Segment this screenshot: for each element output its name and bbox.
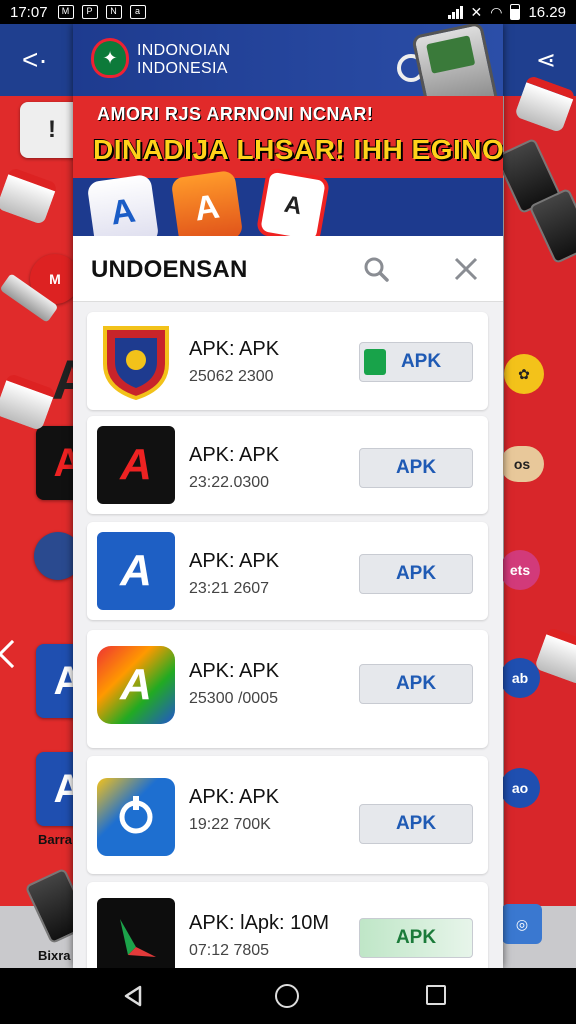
app-icon-letter: A bbox=[120, 546, 152, 595]
banner-headline-small: AMORI RJS ARRNONI NCNAR! bbox=[97, 104, 374, 124]
mute-icon: ✕ bbox=[470, 3, 483, 20]
wifi-icon: ◠ bbox=[490, 3, 503, 20]
nav-recent-apps-icon[interactable] bbox=[426, 985, 446, 1005]
banner-brand-line2: INDONESIA bbox=[137, 60, 228, 77]
apk-button-label: APK bbox=[400, 351, 442, 372]
apk-download-button[interactable]: APK bbox=[359, 554, 473, 594]
search-header: UNDOENSAN bbox=[73, 236, 503, 302]
banner-icons: A A A bbox=[86, 166, 421, 236]
app-meta: 07:12 7805 bbox=[189, 942, 270, 959]
status-time: 17:07 bbox=[10, 3, 48, 21]
apk-colorful-logo-icon: A bbox=[97, 646, 175, 724]
back-icon[interactable]: <· bbox=[22, 46, 48, 74]
promo-banner[interactable]: ✦ INDONOIAN INDONESIA AMORI RJS ARRNONI … bbox=[73, 24, 503, 236]
app-list-item[interactable]: APK: APK 19:22 700K APK bbox=[87, 756, 488, 874]
shield-emblem-icon bbox=[97, 322, 175, 400]
app-list-item[interactable]: APK: lApk: 10M 07:12 7805 APK bbox=[87, 882, 488, 968]
banner-apk-icon: A bbox=[170, 169, 244, 236]
app-icon-letter: A bbox=[120, 660, 152, 709]
apk-button-label: APK bbox=[395, 673, 437, 694]
apk-download-button[interactable]: APK bbox=[359, 664, 473, 704]
apk-button-label: APK bbox=[395, 813, 437, 834]
background-badge: os bbox=[500, 446, 544, 482]
status-bar: 17:07 M P N a ✕ ◠ 16.29 bbox=[0, 0, 576, 24]
nav-home-icon[interactable] bbox=[275, 984, 299, 1008]
share-icon[interactable]: ⋖ bbox=[536, 46, 556, 75]
app-icon-letter: A bbox=[120, 440, 152, 489]
background-badge: ab bbox=[500, 658, 540, 698]
app-list-item[interactable]: A APK: APK 23:22.0300 APK bbox=[87, 416, 488, 514]
app-list-item[interactable]: A APK: APK 25300 /0005 APK bbox=[87, 630, 488, 748]
app-title: APK: APK bbox=[189, 786, 280, 808]
app-meta: 23:22.0300 bbox=[189, 474, 270, 491]
nav-back-icon[interactable] bbox=[122, 985, 144, 1007]
apk-download-button[interactable]: APK bbox=[359, 804, 473, 844]
status-dot-icon bbox=[364, 349, 386, 375]
message-icon: M bbox=[57, 5, 74, 19]
search-icon[interactable] bbox=[363, 256, 389, 282]
apk-download-button[interactable]: APK bbox=[359, 448, 473, 488]
app-meta: 25062 2300 bbox=[189, 368, 274, 385]
apk-download-button[interactable]: APK bbox=[359, 342, 473, 382]
apk-blue-logo-icon: A bbox=[97, 532, 175, 610]
app-title: APK: APK bbox=[189, 444, 280, 466]
apk-red-logo-icon: A bbox=[97, 426, 175, 504]
background-label: Bixra bbox=[38, 948, 71, 963]
app-list-item[interactable]: APK: APK 25062 2300 APK bbox=[87, 312, 488, 410]
app-meta: 25300 /0005 bbox=[189, 690, 278, 707]
close-icon[interactable] bbox=[453, 256, 479, 282]
apk-button-label: APK bbox=[395, 927, 437, 948]
app-title: APK: APK bbox=[189, 550, 280, 572]
background-label: Barra bbox=[38, 832, 72, 847]
system-nav-bar bbox=[0, 968, 576, 1024]
background-badge: ✿ bbox=[504, 354, 544, 394]
app-meta: 19:22 700K bbox=[189, 816, 271, 833]
app-icon: a bbox=[129, 5, 146, 19]
background-badge: ◎ bbox=[502, 904, 542, 944]
background-badge: ets bbox=[500, 550, 540, 590]
battery-icon bbox=[510, 4, 521, 20]
photo-icon: P bbox=[81, 5, 98, 19]
signal-icon bbox=[447, 5, 463, 19]
app-search-panel: ✦ INDONOIAN INDONESIA AMORI RJS ARRNONI … bbox=[73, 24, 503, 968]
search-title: UNDOENSAN bbox=[91, 256, 248, 283]
app-title: APK: APK bbox=[189, 660, 280, 682]
app-title: APK: lApk: 10M bbox=[189, 912, 330, 934]
app-list-item[interactable]: A APK: APK 23:21 2607 APK bbox=[87, 522, 488, 620]
apk-button-label: APK bbox=[395, 457, 437, 478]
status-clock: 16.29 bbox=[528, 3, 566, 21]
nfc-icon: N bbox=[105, 5, 122, 19]
app-meta: 23:21 2607 bbox=[189, 580, 270, 597]
banner-apk-icon: A bbox=[255, 166, 331, 236]
app-title: APK: APK bbox=[189, 338, 280, 360]
banner-headline-big: DINADIJA LHSAR! IHH EGINOJA?! bbox=[93, 134, 503, 165]
apk-download-button[interactable]: APK bbox=[359, 918, 473, 958]
indonesia-logo: ✦ bbox=[91, 38, 129, 78]
banner-apk-icon: A bbox=[86, 173, 160, 236]
banner-brand-line1: INDONOIAN bbox=[137, 42, 231, 59]
dark-app-icon bbox=[97, 898, 175, 968]
background-badge: ao bbox=[500, 768, 540, 808]
gear-tool-icon bbox=[97, 778, 175, 856]
banner-brand: INDONOIAN INDONESIA bbox=[137, 42, 230, 78]
apk-button-label: APK bbox=[395, 563, 437, 584]
